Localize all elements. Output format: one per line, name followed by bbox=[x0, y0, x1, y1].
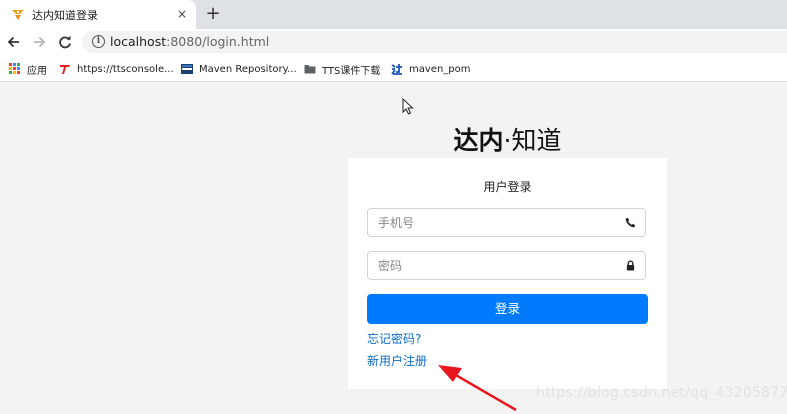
browser-toolbar: i localhost:8080/login.html bbox=[0, 29, 787, 56]
watermark-text: https://blog.csdn.net/qq_43205877 bbox=[536, 385, 787, 401]
form-title: 用户登录 bbox=[483, 180, 532, 194]
folder-icon bbox=[304, 65, 316, 74]
register-link[interactable]: 新用户注册 bbox=[367, 352, 427, 369]
bookmark-label: maven_pom bbox=[409, 63, 471, 75]
new-tab-button[interactable]: + bbox=[204, 4, 222, 24]
annotation-arrow-icon bbox=[438, 365, 517, 412]
phone-input[interactable] bbox=[368, 209, 628, 236]
login-button[interactable]: 登录 bbox=[367, 294, 648, 324]
bookmark-label: https://ttsconsole... bbox=[77, 63, 174, 75]
browser-tab-strip: 达内知道登录 × + bbox=[0, 0, 787, 29]
phone-field[interactable] bbox=[367, 208, 646, 237]
tedu-logo-icon bbox=[391, 64, 402, 75]
tedu-favicon-icon bbox=[12, 10, 24, 20]
url-text: localhost:8080/login.html bbox=[110, 34, 269, 49]
bookmark-maven-repository[interactable]: Maven Repository... bbox=[181, 61, 297, 77]
password-input[interactable] bbox=[368, 252, 628, 279]
bookmark-tts-downloads[interactable]: TTS课件下载 bbox=[304, 61, 380, 77]
tts-logo-icon bbox=[60, 65, 70, 74]
mouse-cursor-icon bbox=[402, 98, 414, 115]
site-info-icon[interactable]: i bbox=[92, 35, 105, 48]
url-host: localhost bbox=[110, 34, 167, 49]
url-path: :8080/login.html bbox=[166, 34, 270, 49]
address-bar[interactable]: i localhost:8080/login.html bbox=[82, 31, 787, 53]
tab-title: 达内知道登录 bbox=[32, 9, 98, 22]
forgot-password-link[interactable]: 忘记密码? bbox=[367, 330, 421, 347]
password-field[interactable] bbox=[367, 251, 646, 280]
apps-grid-icon bbox=[9, 63, 21, 75]
browser-tab[interactable]: 达内知道登录 × bbox=[0, 0, 196, 29]
lock-icon bbox=[626, 260, 635, 271]
page-title: 达内·知道 bbox=[0, 121, 787, 157]
brand-rest: 知道 bbox=[511, 126, 562, 155]
bookmark-label: Maven Repository... bbox=[199, 63, 297, 75]
bookmark-ttsconsole[interactable]: https://ttsconsole... bbox=[59, 61, 174, 77]
forward-arrow-icon[interactable] bbox=[31, 34, 47, 50]
bookmark-maven-pom[interactable]: maven_pom bbox=[391, 61, 470, 77]
mvn-repository-icon bbox=[181, 64, 193, 74]
back-arrow-icon[interactable] bbox=[6, 34, 22, 50]
phone-icon bbox=[625, 217, 636, 228]
login-card: 用户登录 登录 忘记密码? 新用户注册 bbox=[348, 158, 667, 389]
bookmark-label: TTS课件下载 bbox=[322, 65, 381, 77]
brand-bold: 达内 bbox=[453, 126, 504, 155]
bookmark-label: 应用 bbox=[27, 65, 47, 77]
bookmark-apps[interactable]: 应用 bbox=[9, 61, 47, 77]
bookmarks-bar: 应用 https://ttsconsole... Maven Repositor… bbox=[0, 56, 787, 82]
tab-close-icon[interactable]: × bbox=[177, 7, 187, 21]
reload-icon[interactable] bbox=[57, 34, 73, 50]
